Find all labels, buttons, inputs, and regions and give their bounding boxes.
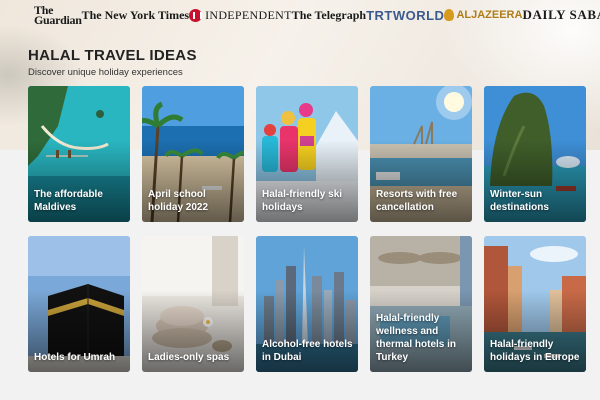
- section-subtitle: Discover unique holiday experiences: [28, 67, 183, 78]
- nyt-logo: The New York Times: [81, 7, 190, 22]
- travel-ideas-grid: The affordable Maldives April school hol…: [28, 86, 586, 372]
- daily-sabah-logo: DAILY SABAH: [522, 7, 600, 22]
- card-europe-holidays[interactable]: Halal-friendly holidays in Europe: [484, 236, 586, 372]
- card-label: Resorts with free cancellation: [376, 189, 458, 213]
- card-free-cancellation[interactable]: Resorts with free cancellation: [370, 86, 472, 222]
- telegraph-logo: The Telegraph: [291, 7, 367, 22]
- card-label: Halal-friendly wellness and thermal hote…: [376, 313, 457, 363]
- card-ladies-spas[interactable]: Ladies-only spas: [142, 236, 244, 372]
- card-april-school-holiday[interactable]: April school holiday 2022: [142, 86, 244, 222]
- card-label: The affordable Maldives: [34, 189, 103, 213]
- card-turkey-wellness[interactable]: Halal-friendly wellness and thermal hote…: [370, 236, 472, 372]
- guardian-logo-line2: Guardian: [34, 13, 82, 27]
- card-label: Hotels for Umrah: [34, 352, 116, 363]
- card-label: Alcohol-free hotels in Dubai: [262, 339, 353, 363]
- card-label: Halal-friendly holidays in Europe: [490, 339, 580, 363]
- publisher-logo-bar: The Guardian The New York Times INDEPEND…: [0, 0, 600, 30]
- card-label: Halal-friendly ski holidays: [262, 189, 343, 213]
- card-winter-sun[interactable]: Winter-sun destinations: [484, 86, 586, 222]
- card-umrah-hotels[interactable]: Hotels for Umrah: [28, 236, 130, 372]
- aljazeera-logo: ALJAZEERA: [444, 9, 522, 21]
- card-label: April school holiday 2022: [148, 189, 209, 213]
- aljazeera-flame-icon: [444, 9, 455, 21]
- independent-eagle-icon: [189, 8, 203, 22]
- card-label: Ladies-only spas: [148, 352, 230, 363]
- independent-logo: INDEPENDENT: [189, 8, 292, 23]
- card-maldives[interactable]: The affordable Maldives: [28, 86, 130, 222]
- trt-world-logo: TRTWORLD: [366, 7, 445, 23]
- independent-logo-text: INDEPENDENT: [205, 7, 292, 22]
- aljazeera-logo-text: ALJAZEERA: [456, 9, 523, 21]
- guardian-logo: The Guardian: [34, 4, 82, 27]
- section-title: HALAL TRAVEL IDEAS: [28, 47, 197, 64]
- card-label: Winter-sun destinations: [490, 189, 549, 213]
- card-ski-holidays[interactable]: Halal-friendly ski holidays: [256, 86, 358, 222]
- card-dubai-hotels[interactable]: Alcohol-free hotels in Dubai: [256, 236, 358, 372]
